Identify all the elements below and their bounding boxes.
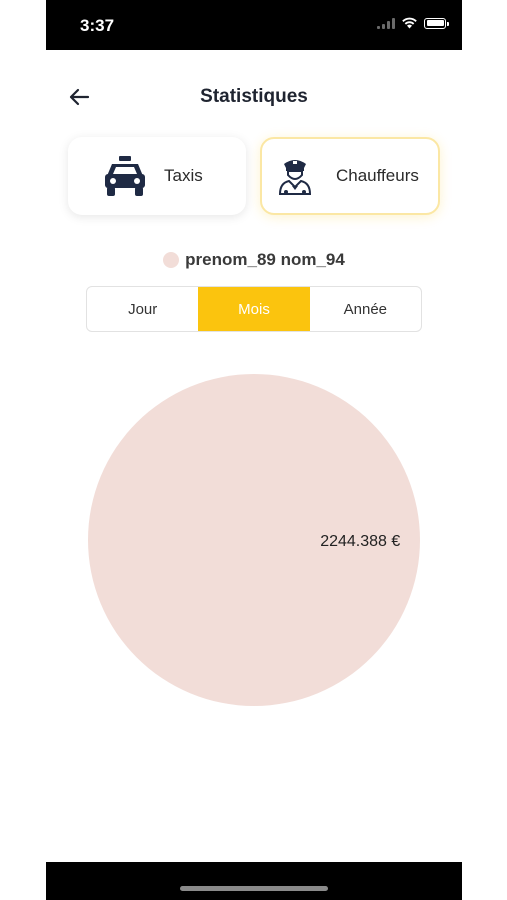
wifi-icon xyxy=(402,17,417,29)
battery-icon xyxy=(424,17,449,29)
tab-chauffeurs-label: Chauffeurs xyxy=(336,166,419,185)
legend-label: prenom_89 nom_94 xyxy=(185,250,345,269)
pie-chart: 2244.388 € xyxy=(46,360,462,720)
category-tabs: Taxis Chauffeurs xyxy=(68,137,440,215)
chart-legend: prenom_89 nom_94 xyxy=(46,250,462,270)
tab-taxis-label: Taxis xyxy=(164,166,203,185)
period-option-annee[interactable]: Année xyxy=(310,287,421,331)
signal-icon xyxy=(377,17,395,29)
tab-taxis[interactable]: Taxis xyxy=(68,137,246,215)
header: Statistiques xyxy=(46,74,462,120)
driver-icon xyxy=(270,151,320,201)
status-time: 3:37 xyxy=(80,16,115,35)
status-bar: 3:37 xyxy=(46,0,462,50)
period-selector: Jour Mois Année xyxy=(86,286,422,332)
period-option-mois[interactable]: Mois xyxy=(198,287,310,331)
pie-slice-label: 2244.388 € xyxy=(320,533,400,550)
period-option-jour[interactable]: Jour xyxy=(87,287,198,331)
pie-chart-svg: 2244.388 € xyxy=(88,374,420,706)
app-screen: 3:37 Statistiques Taxis Chauffeurs preno… xyxy=(46,0,462,900)
bottom-bar xyxy=(46,862,462,900)
tab-chauffeurs[interactable]: Chauffeurs xyxy=(260,137,440,215)
page-title: Statistiques xyxy=(200,86,308,107)
car-icon xyxy=(100,151,150,201)
status-icons xyxy=(377,17,449,29)
home-indicator[interactable] xyxy=(180,886,328,891)
legend-swatch xyxy=(163,252,180,268)
